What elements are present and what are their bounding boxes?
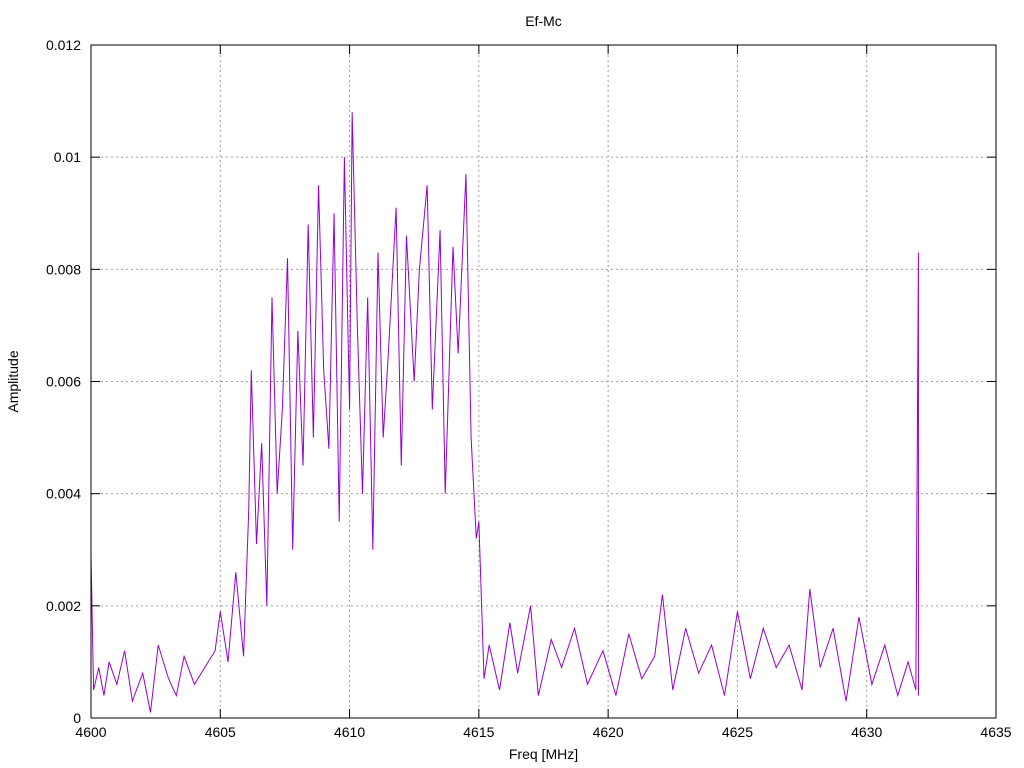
x-tick-label: 4625 (722, 724, 753, 740)
grid-lines (91, 45, 996, 718)
x-tick-label: 4630 (851, 724, 882, 740)
tick-labels: 4600 4605 4610 4615 4620 4625 4630 4635 0 0.002 0.… (46, 37, 1012, 740)
x-tick-label: 4635 (980, 724, 1011, 740)
x-tick-label: 4610 (334, 724, 365, 740)
chart: 4600 4605 4610 4615 4620 4625 4630 4635 0 0.002 0.… (5, 13, 1012, 762)
chart-title: Ef-Mc (525, 13, 562, 29)
series-layer (90, 112, 919, 713)
y-tick-label: 0.006 (46, 374, 81, 390)
y-tick-label: 0.004 (46, 486, 81, 502)
x-tick-label: 4615 (463, 724, 494, 740)
x-axis-label: Freq [MHz] (509, 746, 578, 762)
y-tick-label: 0.002 (46, 598, 81, 614)
y-tick-label: 0.008 (46, 261, 81, 277)
series-line (90, 112, 919, 713)
x-tick-label: 4605 (205, 724, 236, 740)
y-tick-label: 0 (73, 710, 81, 726)
y-axis-label: Amplitude (5, 350, 21, 412)
x-tick-label: 4600 (75, 724, 106, 740)
y-tick-label: 0.012 (46, 37, 81, 53)
x-tick-label: 4620 (593, 724, 624, 740)
y-tick-label: 0.01 (54, 149, 81, 165)
